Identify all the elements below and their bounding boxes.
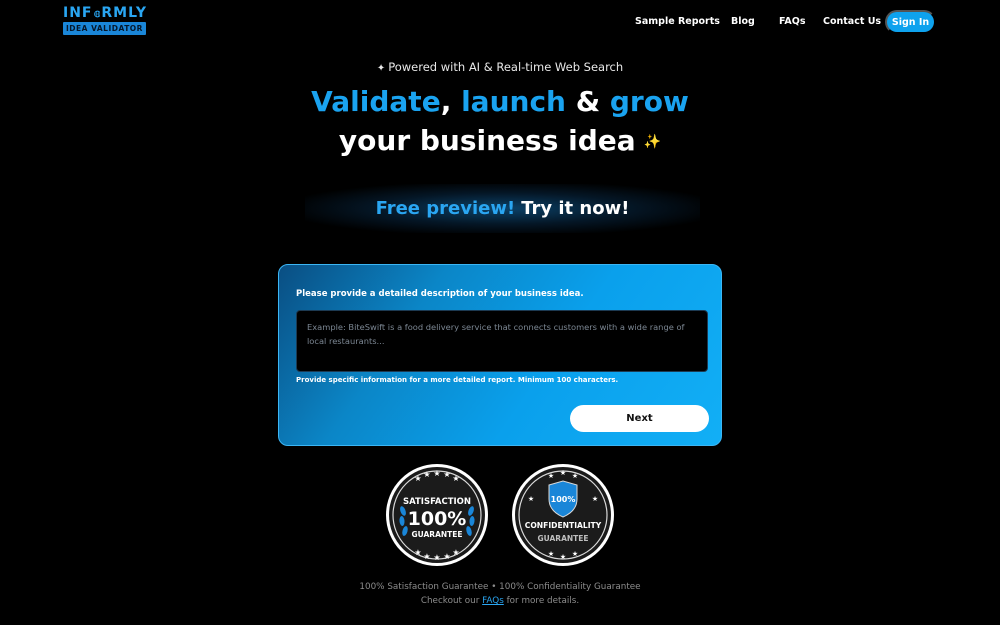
svg-text:★: ★ [560,553,566,561]
svg-text:GUARANTEE: GUARANTEE [411,530,462,539]
svg-text:★: ★ [414,548,421,557]
free-preview-banner: Free preview! Try it now! [305,184,700,233]
svg-text:★: ★ [572,472,578,480]
svg-text:★: ★ [452,548,459,557]
svg-text:★: ★ [560,469,566,477]
logo-text-left: INF [63,5,93,21]
next-button[interactable]: Next [570,405,709,432]
svg-text:100%: 100% [408,508,467,530]
sparkle-icon: ✦ [376,63,386,74]
svg-text:GUARANTEE: GUARANTEE [537,534,588,543]
svg-text:★: ★ [592,495,598,503]
svg-text:★: ★ [528,495,534,503]
nav-sample-reports[interactable]: Sample Reports [635,16,720,27]
logo-text-right: RMLY [101,5,147,21]
logo-subtitle: IDEA VALIDATOR [63,22,146,35]
svg-text:★: ★ [414,474,421,483]
svg-text:★: ★ [433,553,440,562]
nav-faqs[interactable]: FAQs [779,16,805,27]
idea-description-label: Please provide a detailed description of… [296,289,584,299]
svg-text:CONFIDENTIALITY: CONFIDENTIALITY [525,521,602,530]
svg-text:★: ★ [452,474,459,483]
svg-text:★: ★ [548,472,554,480]
svg-text:★: ★ [548,550,554,558]
headline-line1: Validate, launch & grow [311,85,689,118]
guarantee-text: 100% Satisfaction Guarantee • 100% Confi… [359,582,641,592]
faqs-link[interactable]: FAQs [482,596,504,606]
satisfaction-guarantee-badge: ★ ★ ★ ★ ★ ★ ★ ★ ★ ★ SATISFACTION 100% GU… [385,463,489,567]
svg-text:100%: 100% [551,495,576,504]
sparkles-icon: ✨ [643,134,662,150]
site-header: INF RMLY IDEA VALIDATOR Sample Reports B… [0,0,1000,44]
powered-by-text: ✦ Powered with AI & Real-time Web Search [376,60,624,74]
svg-text:★: ★ [423,552,430,561]
satisfaction-seal-icon: ★ ★ ★ ★ ★ ★ ★ ★ ★ ★ SATISFACTION 100% GU… [386,464,488,566]
nav-blog[interactable]: Blog [731,16,755,27]
svg-text:★: ★ [443,552,450,561]
svg-text:★: ★ [443,470,450,479]
logo[interactable]: INF RMLY IDEA VALIDATOR [63,6,147,35]
headline-line2: your business idea ✨ [338,124,662,157]
globe-icon [93,10,101,17]
idea-form-card: Please provide a detailed description of… [278,264,722,446]
nav-contact-us[interactable]: Contact Us [823,16,881,27]
svg-text:★: ★ [572,550,578,558]
confidentiality-guarantee-badge: ★ ★ ★ ★ ★ ★ ★ ★ 100% CONFIDENTIALITY GUA… [511,463,615,567]
confidentiality-seal-icon: ★ ★ ★ ★ ★ ★ ★ ★ 100% CONFIDENTIALITY GUA… [512,464,614,566]
sign-in-button[interactable]: Sign In [885,10,936,34]
idea-description-input[interactable] [296,310,708,372]
svg-text:SATISFACTION: SATISFACTION [403,497,471,507]
idea-description-hint: Provide specific information for a more … [296,376,619,384]
faq-text: Checkout our FAQs for more details. [420,596,580,606]
svg-text:★: ★ [423,470,430,479]
svg-text:★: ★ [433,469,440,478]
